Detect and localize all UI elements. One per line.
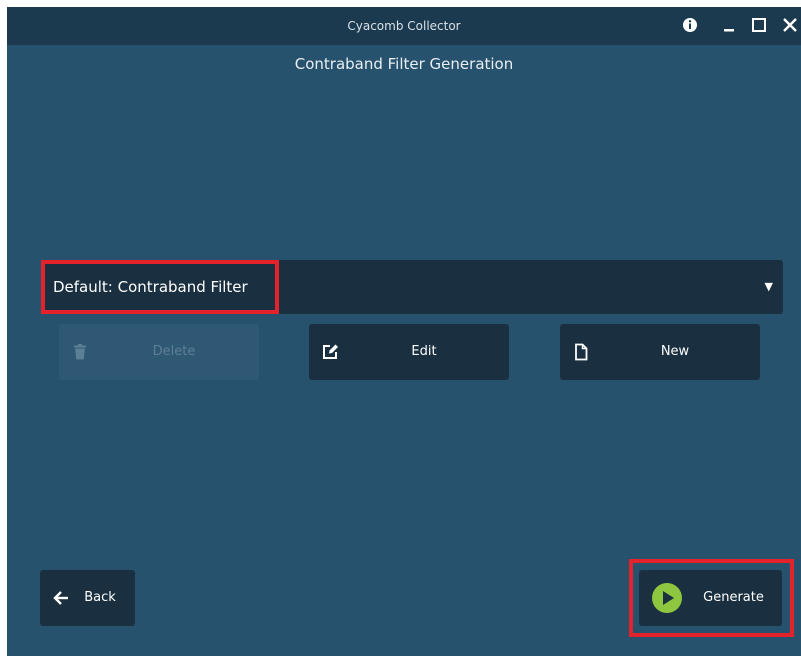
chevron-down-icon: ▼ <box>764 280 773 293</box>
close-icon[interactable] <box>781 16 799 34</box>
edit-button-label: Edit <box>411 344 437 359</box>
back-button[interactable]: Back <box>40 570 135 626</box>
title-bar: Cyacomb Collector <box>7 7 801 45</box>
trash-icon <box>74 344 86 360</box>
highlight-box-filter <box>41 260 279 314</box>
delete-button[interactable]: Delete <box>59 324 259 380</box>
info-icon[interactable] <box>681 16 699 34</box>
arrow-left-icon <box>53 591 68 605</box>
file-icon <box>575 343 588 361</box>
edit-icon <box>323 344 338 359</box>
new-button[interactable]: New <box>560 324 760 380</box>
maximize-icon[interactable] <box>750 16 768 34</box>
back-button-label: Back <box>84 590 116 605</box>
delete-button-label: Delete <box>152 344 196 359</box>
app-window: Cyacomb Collector Contraband Filter Gene… <box>7 7 801 656</box>
highlight-box-generate <box>629 559 794 637</box>
page-title: Contraband Filter Generation <box>294 55 514 73</box>
edit-button[interactable]: Edit <box>309 324 509 380</box>
new-button-label: New <box>660 344 690 359</box>
minimize-icon[interactable] <box>720 16 738 34</box>
